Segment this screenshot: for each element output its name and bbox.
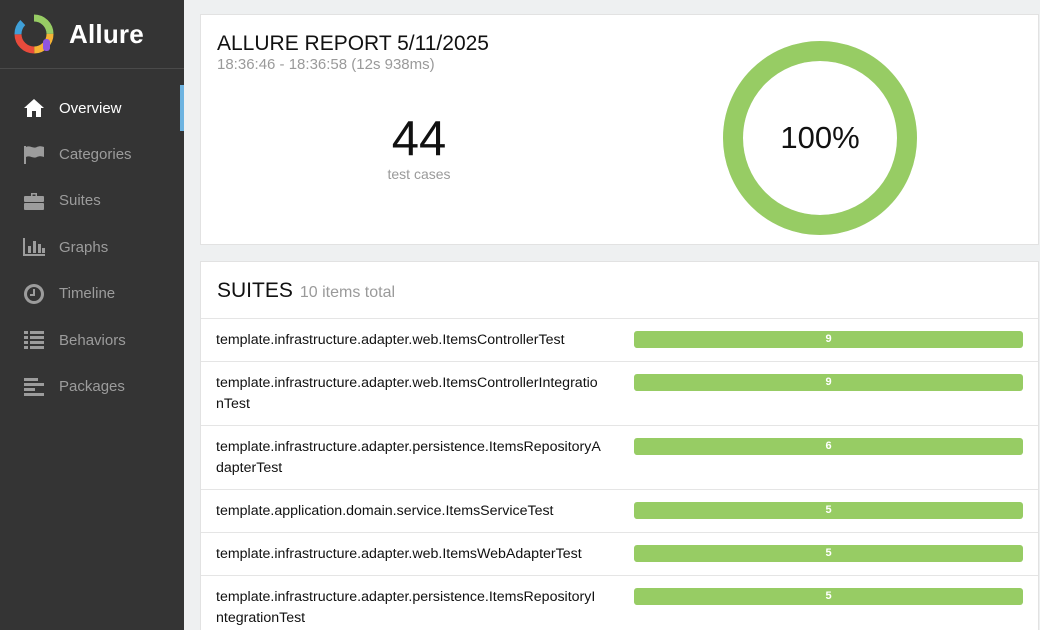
sidebar-item-graphs[interactable]: Graphs — [0, 224, 184, 270]
sidebar-item-categories[interactable]: Categories — [0, 131, 184, 177]
suite-row[interactable]: template.infrastructure.adapter.web.Item… — [201, 533, 1038, 576]
sidebar-nav: Overview Categories Suites Graphs Timeli… — [0, 85, 184, 410]
allure-logo-icon — [14, 14, 54, 54]
briefcase-icon — [22, 189, 46, 213]
suites-widget: SUITES 10 items total template.infrastru… — [200, 261, 1039, 630]
suite-name: template.application.domain.service.Item… — [216, 503, 554, 519]
suite-status-bar[interactable]: 6 — [634, 438, 1023, 455]
list-icon — [22, 328, 46, 352]
brand-name: Allure — [69, 18, 144, 49]
summary-widget: ALLURE REPORT 5/11/2025 18:36:46 - 18:36… — [200, 14, 1039, 245]
sidebar-item-label: Suites — [59, 192, 101, 210]
sidebar-item-behaviors[interactable]: Behaviors — [0, 317, 184, 363]
suite-status-bar[interactable]: 5 — [634, 545, 1023, 562]
suite-row[interactable]: template.infrastructure.adapter.persiste… — [201, 576, 1038, 630]
suite-row[interactable]: template.infrastructure.adapter.web.Item… — [201, 319, 1038, 362]
sidebar-item-label: Packages — [59, 378, 125, 396]
suite-status-bar[interactable]: 9 — [634, 331, 1023, 348]
sidebar-item-label: Graphs — [59, 238, 109, 256]
align-left-icon — [22, 375, 46, 399]
suite-row[interactable]: template.application.domain.service.Item… — [201, 490, 1038, 533]
suite-status-bar[interactable]: 5 — [634, 588, 1023, 605]
sidebar: Allure Overview Categories Suites Graphs — [0, 0, 184, 630]
sidebar-item-label: Behaviors — [59, 331, 126, 349]
suites-header: SUITES 10 items total — [201, 262, 1038, 319]
suite-row[interactable]: template.infrastructure.adapter.web.Item… — [201, 362, 1038, 426]
flag-icon — [22, 143, 46, 167]
sidebar-item-overview[interactable]: Overview — [0, 85, 184, 132]
sidebar-item-packages[interactable]: Packages — [0, 363, 184, 409]
test-case-count: 44 — [391, 112, 447, 166]
sidebar-item-label: Overview — [59, 99, 122, 117]
suite-name: template.infrastructure.adapter.persiste… — [216, 589, 596, 626]
clock-icon — [22, 282, 46, 306]
suite-name: template.infrastructure.adapter.persiste… — [216, 439, 601, 476]
pass-rate-percent: 100% — [780, 120, 860, 155]
suite-name: template.infrastructure.adapter.web.Item… — [216, 332, 565, 348]
home-icon — [22, 96, 46, 120]
report-time-range: 18:36:46 - 18:36:58 (12s 938ms) — [217, 56, 435, 73]
sidebar-item-label: Categories — [59, 146, 132, 164]
sidebar-item-label: Timeline — [59, 285, 116, 303]
suite-row[interactable]: template.infrastructure.adapter.persiste… — [201, 426, 1038, 490]
suite-name: template.infrastructure.adapter.web.Item… — [216, 546, 582, 562]
report-title: ALLURE REPORT 5/11/2025 — [217, 32, 489, 55]
sidebar-item-suites[interactable]: Suites — [0, 178, 184, 224]
sidebar-item-timeline[interactable]: Timeline — [0, 271, 184, 317]
test-case-count-label: test cases — [387, 166, 451, 182]
suite-name: template.infrastructure.adapter.web.Item… — [216, 375, 598, 412]
suite-status-bar[interactable]: 9 — [634, 374, 1023, 391]
brand[interactable]: Allure — [0, 0, 184, 69]
suites-title: SUITES — [217, 279, 293, 302]
suites-count: 10 items total — [299, 284, 396, 301]
bar-chart-icon — [22, 235, 46, 259]
suite-status-bar[interactable]: 5 — [634, 502, 1023, 519]
